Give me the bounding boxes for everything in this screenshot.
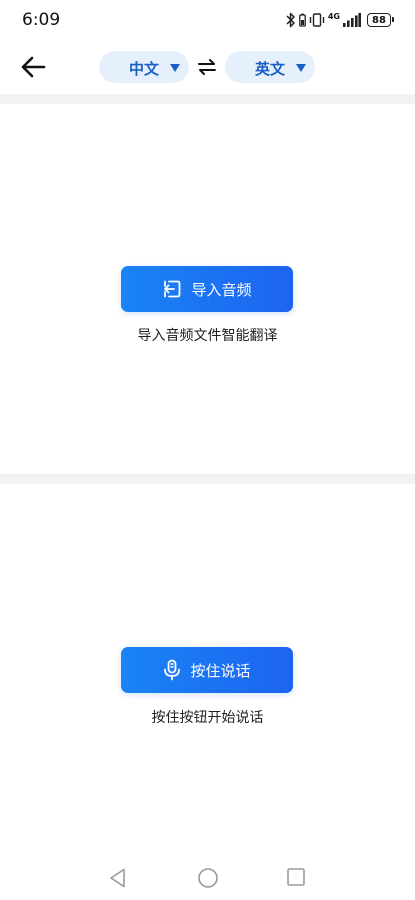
swap-languages-button[interactable] <box>196 57 218 77</box>
push-to-talk-caption: 按住按钮开始说话 <box>151 710 264 726</box>
swap-arrows-icon <box>198 59 216 75</box>
network-label: 4G <box>327 12 340 21</box>
microphone-icon <box>164 659 181 681</box>
arrow-left-icon <box>21 56 46 78</box>
nav-recents-button[interactable] <box>286 867 306 891</box>
source-language-label: 中文 <box>129 60 160 78</box>
import-audio-caption: 导入音频文件智能翻译 <box>137 328 278 344</box>
battery-level: 88 <box>372 14 386 26</box>
push-to-talk-label: 按住说话 <box>190 661 251 680</box>
target-language-selector[interactable]: 英文 <box>225 51 315 83</box>
import-icon <box>164 280 181 298</box>
bluetooth-icon <box>286 12 295 28</box>
vibrate-icon <box>309 13 325 27</box>
navigation-bar <box>0 858 415 898</box>
import-audio-label: 导入音频 <box>191 280 252 299</box>
nav-home-button[interactable] <box>197 867 219 893</box>
target-language-label: 英文 <box>255 60 286 78</box>
status-icons: 4G 88 <box>286 11 394 29</box>
status-time: 6:09 <box>22 10 61 30</box>
import-audio-button[interactable]: 导入音频 <box>121 266 293 312</box>
back-button[interactable] <box>20 54 48 80</box>
nav-home-circle-icon <box>198 868 218 888</box>
caret-down-icon <box>296 64 306 72</box>
header: 中文 英文 <box>0 42 415 92</box>
nav-back-button[interactable] <box>108 867 128 893</box>
source-language-selector[interactable]: 中文 <box>99 51 189 83</box>
nav-recents-square-icon <box>287 868 305 886</box>
section-divider <box>0 474 415 484</box>
battery-small-icon <box>299 13 306 27</box>
push-to-talk-button[interactable]: 按住说话 <box>121 647 293 693</box>
battery-icon: 88 <box>367 13 394 27</box>
nav-back-triangle-icon <box>110 868 125 888</box>
status-bar: 6:09 4G 88 <box>0 0 415 40</box>
section-divider <box>0 94 415 104</box>
signal-icon <box>343 13 361 27</box>
caret-down-icon <box>170 64 180 72</box>
